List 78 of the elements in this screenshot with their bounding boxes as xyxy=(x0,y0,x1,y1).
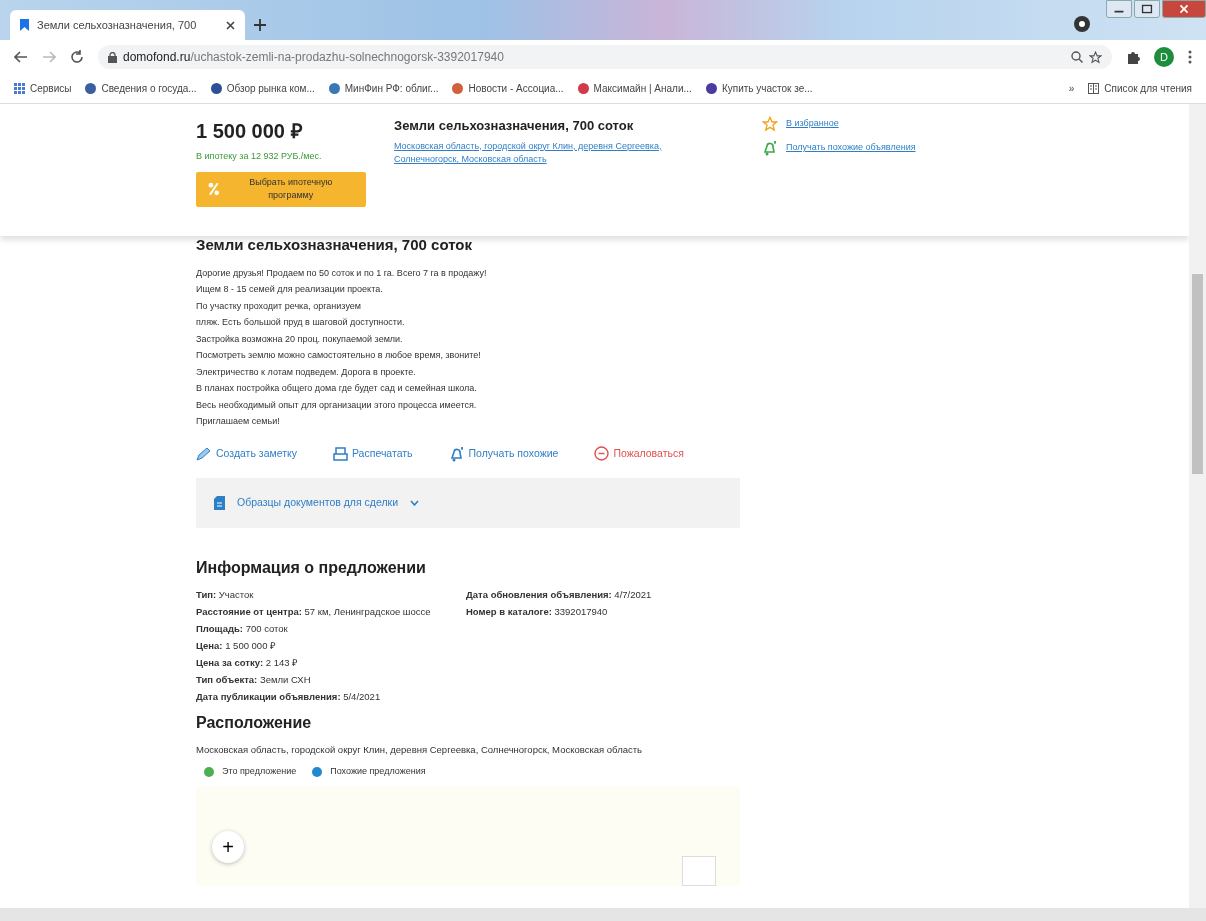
info-field: Дата публикации объявления: 5/4/2021 xyxy=(196,689,466,703)
bookmark[interactable]: Новости - Ассоциа... xyxy=(452,81,564,96)
star-icon xyxy=(762,116,778,132)
reading-list-icon xyxy=(1088,83,1100,94)
back-icon[interactable] xyxy=(14,50,28,64)
url-text: domofond.ru/uchastok-zemli-na-prodazhu-solnechnogorsk-3392017940 xyxy=(123,49,504,66)
mortgage-button-label: Выбрать ипотечную программу xyxy=(248,175,334,202)
percent-icon xyxy=(208,182,220,196)
action-link[interactable]: Создать заметку xyxy=(196,445,297,462)
browser-tab[interactable]: Земли сельхозназначения, 700 xyxy=(10,10,245,40)
bookmark[interactable]: Обзор рынка ком... xyxy=(210,81,315,96)
info-field: Цена: 1 500 000 ₽ xyxy=(196,638,466,652)
info-field: Площадь: 700 соток xyxy=(196,621,466,635)
description-line: В планах постройка общего дома где будет сад и семейная школа. xyxy=(196,382,478,395)
address-bar[interactable]: domofond.ru/uchastok-zemli-na-prodazhu-solnechnogorsk-3392017940 xyxy=(98,45,1112,69)
description-line: пляж. Есть большой пруд в шаговой доступности. xyxy=(196,316,406,329)
description-line: Весь необходимый опыт для организации этого процесса имеется. xyxy=(196,398,478,412)
puzzle-icon[interactable] xyxy=(1126,50,1140,64)
info-field: Дата обновления объявления: 4/7/2021 xyxy=(466,587,726,601)
action-link[interactable]: Распечатать xyxy=(332,445,413,462)
legend-label: Похожие предложения xyxy=(330,764,426,778)
reload-icon[interactable] xyxy=(70,50,84,64)
location-address: Московская область, городской округ Клин, деревня Сергеевка, Солнечногорск, Московская область xyxy=(196,742,643,757)
section-heading: Информация о предложении xyxy=(196,557,427,578)
speech-bubble-icon xyxy=(594,446,610,461)
printer-icon xyxy=(332,446,348,461)
description-line: Застройка возможна 20 проц. покупаемой земли. xyxy=(196,332,404,346)
new-tab-icon[interactable] xyxy=(253,18,267,32)
vertical-scrollbar[interactable] xyxy=(1189,104,1206,908)
bell-icon xyxy=(762,140,778,156)
mortgage-payment: В ипотеку за 12 932 РУБ./мес. xyxy=(196,150,323,163)
reading-list[interactable]: Список для чтения xyxy=(1088,81,1192,96)
description-line: Приглашаем семьи! xyxy=(196,415,281,428)
description-line: Ищем 8 - 15 семей для реализации проекта. xyxy=(196,283,384,296)
info-field: Номер в каталоге: 3392017940 xyxy=(466,604,726,618)
tab-title: Земли сельхозназначения, 700 xyxy=(37,17,197,33)
more-bookmarks[interactable]: » xyxy=(1068,81,1075,96)
address-link[interactable]: Московская область, городской округ Клин, деревня Сергеевка, Солнечногорск, Московская область xyxy=(394,139,694,167)
pencil-icon xyxy=(196,446,212,461)
horizontal-scrollbar[interactable] xyxy=(0,908,1206,921)
info-field: Расстояние от центра: 57 км, Ленинградское шоссе xyxy=(196,604,466,618)
bookmark[interactable]: Максимайн | Анали... xyxy=(577,81,692,96)
maximize-icon[interactable] xyxy=(1134,0,1160,18)
documents-label: Образцы документов для сделки xyxy=(237,494,399,510)
close-icon[interactable] xyxy=(226,20,235,30)
info-field: Цена за сотку: 2 143 ₽ xyxy=(196,655,466,669)
map-area[interactable]: + xyxy=(196,786,740,887)
info-field: Тип объекта: Земли СХН xyxy=(196,672,466,686)
zoom-in-button[interactable]: + xyxy=(212,831,244,864)
listing-heading: Земли сельхозназначения, 700 соток xyxy=(196,235,473,255)
document-icon xyxy=(214,495,225,510)
profile-avatar[interactable]: D xyxy=(1154,47,1174,67)
search-icon[interactable] xyxy=(1071,51,1083,63)
section-heading: Расположение xyxy=(196,712,313,733)
bookmark-icon xyxy=(20,19,29,31)
action-link[interactable]: Пожаловаться xyxy=(594,445,684,462)
mortgage-button[interactable]: Выбрать ипотечную программу xyxy=(196,171,366,207)
legend-label: Это предложение xyxy=(222,764,297,778)
record-icon[interactable] xyxy=(1074,16,1090,32)
bookmark[interactable]: МинФин РФ: облиг... xyxy=(328,81,439,96)
description-line: По участку проходит речка, организуем xyxy=(196,299,362,313)
bookmark[interactable]: Сервисы xyxy=(14,81,72,96)
bell-icon xyxy=(448,445,465,462)
listing-title: Земли сельхозназначения, 700 соток xyxy=(394,117,635,135)
bookmark[interactable]: Купить участок зе... xyxy=(705,81,813,96)
star-icon[interactable] xyxy=(1089,50,1102,64)
description-line: Электричество к лотам подведем. Дорога в проекте. xyxy=(196,365,417,379)
info-field: Тип: Участок xyxy=(196,587,466,601)
description-line: Дорогие друзья! Продаем по 50 соток и по 1 га. Всего 7 га в продажу! xyxy=(196,266,488,280)
header-action-link[interactable]: Получать похожие объявления xyxy=(762,140,916,156)
menu-icon[interactable] xyxy=(1188,50,1192,64)
header-action-link[interactable]: В избранное xyxy=(762,116,916,132)
description-line: Посмотреть землю можно самостоятельно в любое время, звоните! xyxy=(196,349,482,362)
bookmark[interactable]: Сведения о госуда... xyxy=(85,81,197,96)
price: 1 500 000 ₽ xyxy=(196,119,304,144)
action-link[interactable]: Получать похожие xyxy=(448,445,559,462)
documents-panel[interactable]: Образцы документов для сделки xyxy=(196,477,740,528)
lock-icon xyxy=(108,51,117,63)
